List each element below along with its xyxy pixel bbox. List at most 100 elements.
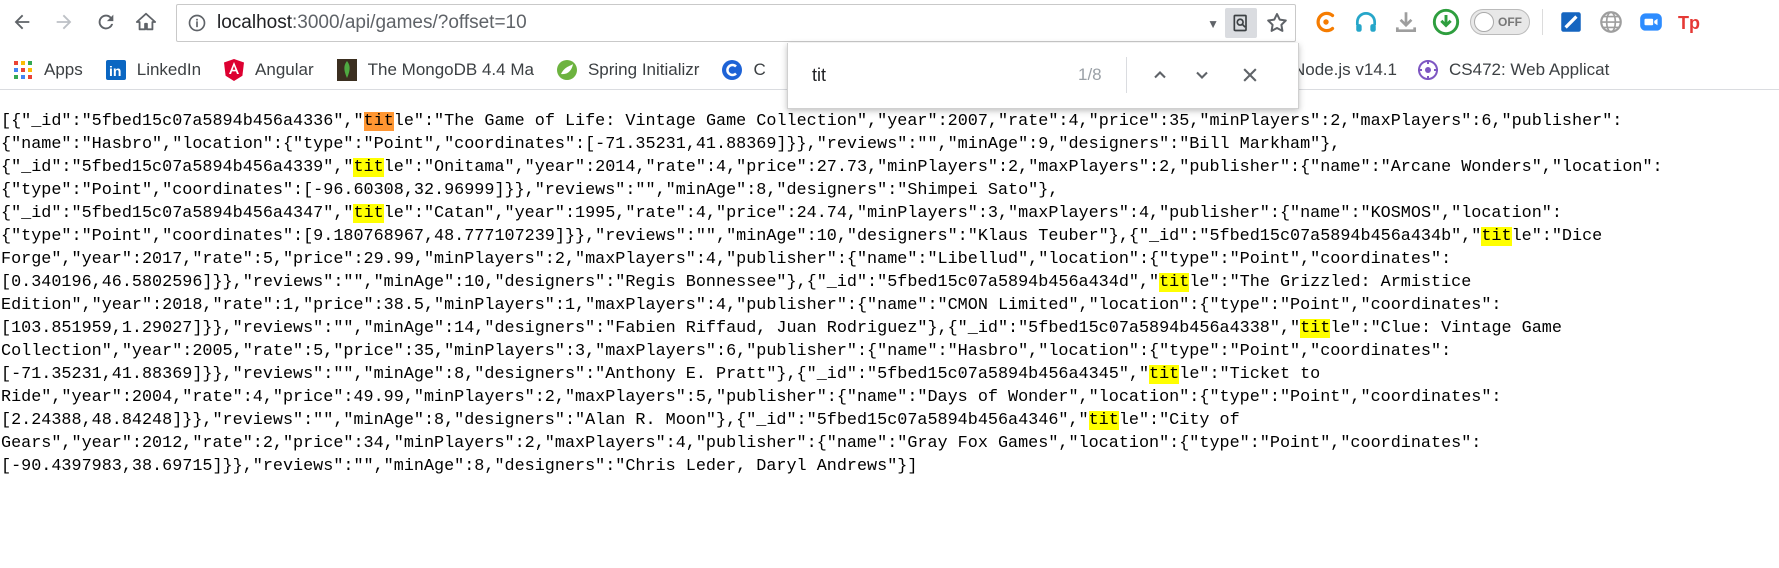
find-bar: 1/8 — [787, 43, 1299, 109]
bookmark-label: C — [753, 59, 766, 79]
extension-green-download-icon[interactable] — [1430, 6, 1462, 38]
extension-orange-c-icon[interactable] — [1310, 6, 1342, 38]
json-text: Ride","year":2004,"rate":4,"price":49.99… — [1, 388, 1502, 407]
json-text-line: {"type":"Point","coordinates":[-96.60308… — [1, 179, 1777, 202]
json-text: le":"Ticket to — [1179, 365, 1321, 384]
json-text: le":"Catan","year":1995,"rate":4,"price"… — [383, 204, 1562, 223]
angular-icon — [223, 58, 245, 81]
bookmark-label: Spring Initializr — [587, 59, 700, 79]
json-text-line: Ride","year":2004,"rate":4,"price":49.99… — [1, 386, 1777, 409]
reload-button[interactable] — [88, 4, 124, 40]
extension-blue-square-icon[interactable] — [1555, 6, 1587, 38]
find-in-page-icon — [1233, 14, 1247, 32]
bookmark-nodejs[interactable]: Node.js v14.1 — [1293, 50, 1397, 90]
extension-toggle-off[interactable]: OFF — [1470, 9, 1530, 35]
home-icon — [135, 12, 157, 31]
json-text: {"_id":"5fbed15c07a5894b456a4339"," — [1, 158, 354, 177]
forward-button[interactable] — [46, 4, 82, 40]
json-text: [0.340196,46.5802596]}},"reviews":"","mi… — [1, 273, 1160, 292]
toggle-label: OFF — [1498, 15, 1522, 29]
chevron-up-icon — [1154, 71, 1166, 79]
apps-grid-icon — [12, 59, 34, 81]
chevron-down-icon — [1196, 71, 1208, 79]
back-button[interactable] — [4, 4, 40, 40]
bookmark-label: Angular — [255, 59, 314, 79]
find-match-highlight: tit — [1481, 227, 1512, 246]
extension-headphones-icon[interactable] — [1350, 6, 1382, 38]
address-bar[interactable]: localhost:3000/api/games/?offset=10 ▼ — [176, 4, 1296, 42]
json-text: [-71.35231,41.88369]}},"reviews":"","min… — [1, 365, 1150, 384]
find-next-button[interactable] — [1188, 61, 1216, 89]
find-match-highlight: tit — [1300, 319, 1331, 338]
home-button[interactable] — [128, 4, 164, 40]
json-text: [{"_id":"5fbed15c07a5894b456a4336"," — [1, 112, 364, 131]
find-input[interactable] — [810, 60, 1030, 91]
json-text-line: Gears","year":2012,"rate":2,"price":34,"… — [1, 432, 1777, 455]
json-text: le":"City of — [1118, 411, 1240, 430]
json-text-line: Collection","year":2005,"rate":5,"price"… — [1, 340, 1777, 363]
find-match-count: 1/8 — [1078, 65, 1102, 84]
json-text: [103.851959,1.29027]}},"reviews":"","min… — [1, 319, 1301, 338]
close-icon — [1243, 68, 1257, 82]
find-match-highlight: tit — [353, 204, 384, 223]
extension-download-icon[interactable] — [1390, 6, 1422, 38]
json-text-line: [0.340196,46.5802596]}},"reviews":"","mi… — [1, 271, 1777, 294]
find-previous-button[interactable] — [1146, 61, 1174, 89]
zoom-search-button[interactable] — [1225, 8, 1257, 38]
bookmark-mongodb[interactable]: The MongoDB 4.4 Ma — [336, 58, 534, 81]
bookmark-apps[interactable]: Apps — [12, 59, 83, 81]
spring-icon — [556, 59, 578, 81]
json-text: le":"The Game of Life: Vintage Game Coll… — [393, 112, 1623, 131]
bookmark-c[interactable]: C — [721, 59, 766, 81]
json-text: {"type":"Point","coordinates":[9.1807689… — [1, 227, 1482, 246]
json-text-line: Edition","year":2018,"rate":1,"price":38… — [1, 294, 1777, 317]
extension-tp-icon[interactable]: Tp — [1675, 6, 1707, 38]
json-text: Forge","year":2017,"rate":5,"price":29.9… — [1, 250, 1452, 269]
json-text-line: {"name":"Hasbro","location":{"type":"Poi… — [1, 133, 1777, 156]
json-text: {"type":"Point","coordinates":[-96.60308… — [1, 181, 1059, 200]
find-match-highlight: tit — [1088, 411, 1119, 430]
json-text: {"_id":"5fbed15c07a5894b456a4347"," — [1, 204, 354, 223]
json-text: Edition","year":2018,"rate":1,"price":38… — [1, 296, 1502, 315]
bookmark-label: Apps — [44, 59, 83, 79]
c-icon — [721, 59, 743, 81]
extensions-area: OFF Tp — [1310, 6, 1707, 38]
json-text: Collection","year":2005,"rate":5,"price"… — [1, 342, 1452, 361]
find-divider — [1126, 57, 1127, 93]
extension-video-icon[interactable] — [1635, 6, 1667, 38]
reload-icon — [98, 14, 114, 30]
bookmark-label: CS472: Web Applicat — [1449, 60, 1610, 79]
json-text-line: [2.24388,48.84248]}},"reviews":"","minAg… — [1, 409, 1777, 432]
url-text[interactable]: localhost:3000/api/games/?offset=10 — [217, 12, 527, 34]
json-text-line: [-90.4397983,38.69715]}},"reviews":"","m… — [1, 455, 1777, 478]
find-close-button[interactable] — [1236, 61, 1264, 89]
bookmark-linkedin[interactable]: in LinkedIn — [105, 59, 201, 81]
browser-toolbar: localhost:3000/api/games/?offset=10 ▼ OF… — [0, 0, 1779, 44]
json-response-body: [{"_id":"5fbed15c07a5894b456a4336","titl… — [1, 110, 1777, 478]
bookmark-angular[interactable]: Angular — [223, 58, 314, 81]
json-text-line: [103.851959,1.29027]}},"reviews":"","min… — [1, 317, 1777, 340]
info-icon[interactable] — [187, 13, 207, 33]
dropdown-caret-icon[interactable]: ▼ — [1207, 17, 1219, 31]
json-text: [2.24388,48.84248]}},"reviews":"","minAg… — [1, 411, 1089, 430]
bookmark-cs472[interactable]: CS472: Web Applicat — [1417, 50, 1609, 90]
url-host: localhost — [217, 12, 292, 33]
json-text: {"name":"Hasbro","location":{"type":"Poi… — [1, 135, 1341, 154]
json-text-line: [-71.35231,41.88369]}},"reviews":"","min… — [1, 363, 1777, 386]
extension-globe-icon[interactable] — [1595, 6, 1627, 38]
back-arrow-icon — [14, 14, 30, 30]
bookmark-label: Node.js v14.1 — [1293, 60, 1397, 79]
json-text-line: Forge","year":2017,"rate":5,"price":29.9… — [1, 248, 1777, 271]
cs472-icon — [1417, 59, 1439, 81]
bookmark-spring[interactable]: Spring Initializr — [556, 59, 700, 81]
bookmark-label: The MongoDB 4.4 Ma — [367, 59, 534, 79]
json-text: le":"Onitama","year":2014,"rate":4,"pric… — [383, 158, 1663, 177]
json-text: [-90.4397983,38.69715]}},"reviews":"","m… — [1, 457, 918, 476]
bookmark-star-icon[interactable] — [1265, 11, 1289, 35]
find-match-highlight: tit — [1159, 273, 1190, 292]
svg-text:in: in — [109, 63, 121, 79]
json-text: le":"Dice — [1511, 227, 1603, 246]
url-path: :3000/api/games/?offset=10 — [292, 12, 527, 33]
toggle-knob — [1474, 12, 1494, 32]
linkedin-icon: in — [105, 59, 127, 81]
